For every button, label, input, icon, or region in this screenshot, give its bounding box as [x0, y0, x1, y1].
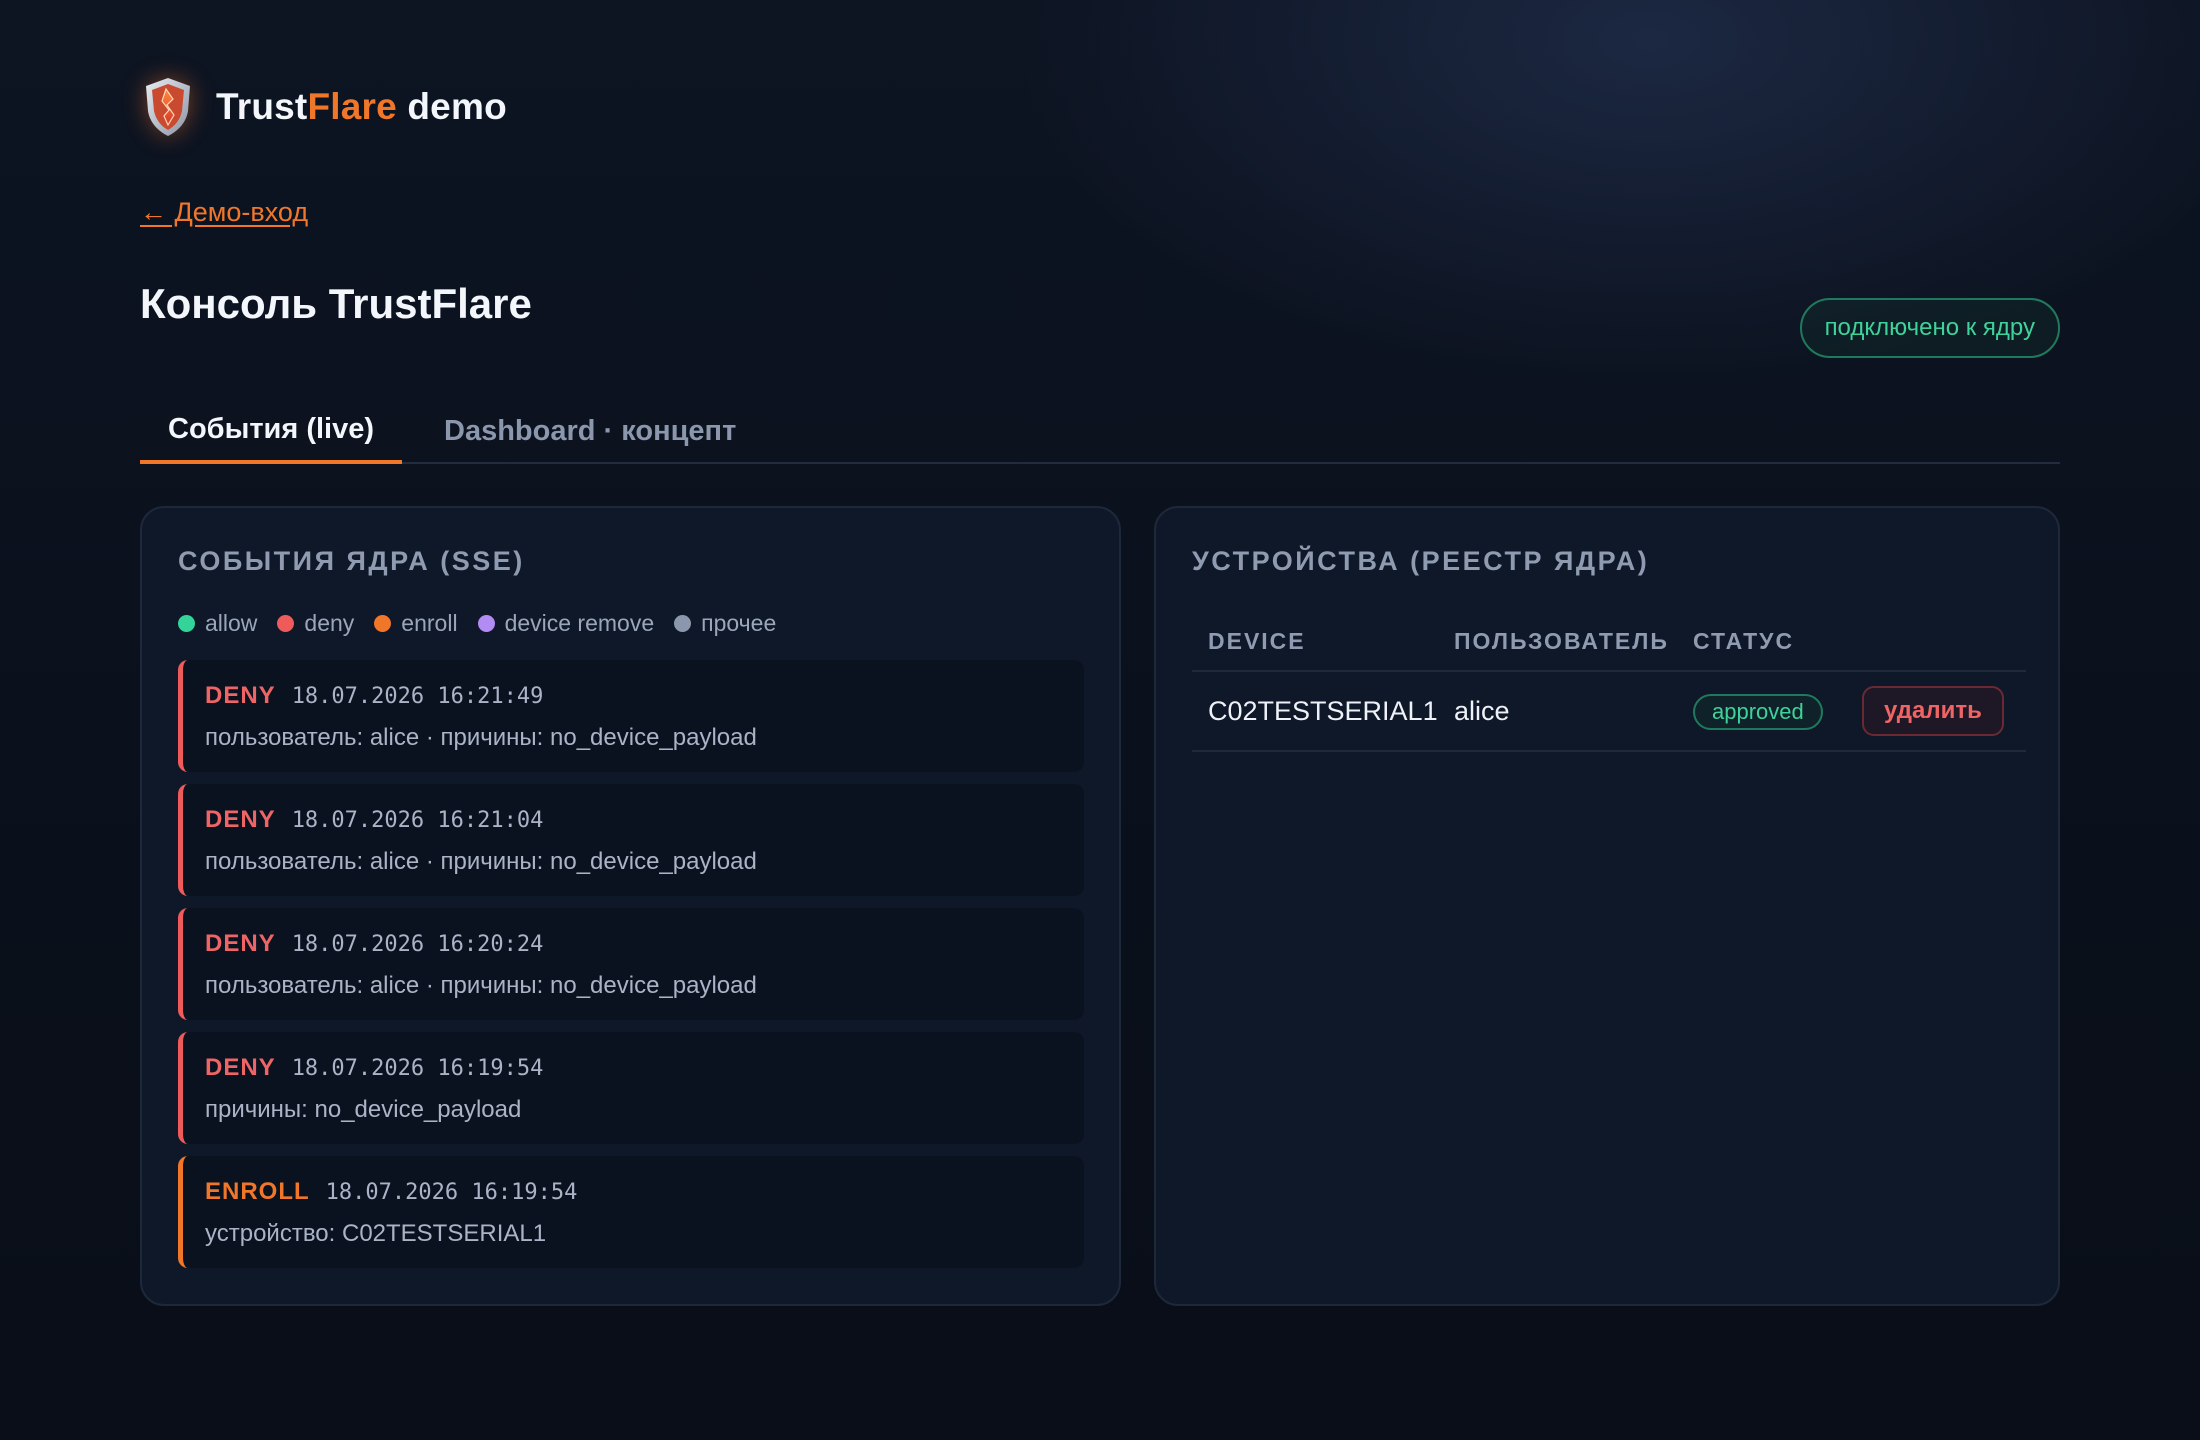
- event-type: DENY: [205, 682, 276, 709]
- legend-label: deny: [304, 610, 355, 636]
- event-detail: пользователь: alice · причины: no_device…: [205, 972, 757, 999]
- event-item: ENROLL 18.07.2026 16:19:54 устройство: C…: [178, 1156, 1084, 1268]
- legend-label: enroll: [401, 610, 458, 636]
- allow-dot-icon: [178, 615, 195, 632]
- event-detail: пользователь: alice · причины: no_device…: [205, 848, 757, 875]
- legend-label: device remove: [504, 610, 655, 636]
- column-header-device: DEVICE: [1208, 628, 1306, 654]
- delete-device-button[interactable]: удалить: [1862, 686, 2004, 736]
- device-user: alice: [1454, 696, 1510, 726]
- brand: TrustFlare demo: [140, 70, 507, 144]
- column-header-status: СТАТУС: [1693, 628, 1795, 654]
- event-type: ENROLL: [205, 1178, 310, 1205]
- event-item: DENY 18.07.2026 16:19:54 причины: no_dev…: [178, 1032, 1084, 1144]
- event-item: DENY 18.07.2026 16:20:24 пользователь: a…: [178, 908, 1084, 1020]
- legend-item-device-remove: device remove: [477, 610, 655, 637]
- devices-panel-title: УСТРОЙСТВА (РЕЕСТР ЯДРА): [1192, 546, 1650, 576]
- core-events-panel: СОБЫТИЯ ЯДРА (SSE) allow deny enroll dev…: [140, 506, 1121, 1306]
- events-panel-title: СОБЫТИЯ ЯДРА (SSE): [178, 546, 525, 576]
- tab-events-live[interactable]: События (live): [140, 398, 403, 464]
- event-type: DENY: [205, 806, 276, 833]
- legend-label: allow: [205, 610, 258, 636]
- shield-logo-icon: [146, 78, 190, 136]
- other-dot-icon: [674, 615, 692, 632]
- connection-status-badge: подключено к ядру: [1799, 298, 2060, 358]
- event-item: DENY 18.07.2026 16:21:49 пользователь: a…: [178, 660, 1084, 772]
- legend-item-other: прочее: [674, 610, 776, 637]
- status-badge: approved: [1693, 694, 1823, 730]
- device-serial: C02TESTSERIAL1: [1208, 696, 1438, 726]
- event-timestamp: 18.07.2026 16:19:54: [325, 1180, 578, 1205]
- page-title: Консоль TrustFlare: [140, 280, 532, 327]
- tab-bar: События (live) Dashboard · концепт: [140, 398, 2060, 464]
- legend-item-enroll: enroll: [374, 610, 458, 637]
- event-timestamp: 18.07.2026 16:21:04: [291, 808, 544, 833]
- event-timestamp: 18.07.2026 16:20:24: [291, 932, 544, 957]
- deny-dot-icon: [277, 615, 295, 632]
- device-remove-dot-icon: [477, 615, 495, 632]
- event-legend: allow deny enroll device remove прочее: [178, 610, 796, 637]
- event-detail: причины: no_device_payload: [205, 1096, 522, 1123]
- event-detail: устройство: C02TESTSERIAL1: [205, 1220, 547, 1247]
- event-timestamp: 18.07.2026 16:21:49: [291, 684, 544, 709]
- event-timestamp: 18.07.2026 16:19:54: [291, 1056, 544, 1081]
- back-to-demo-login-link[interactable]: ← Демо-вход: [140, 197, 308, 228]
- brand-name: TrustFlare demo: [216, 86, 507, 127]
- event-type: DENY: [205, 930, 276, 957]
- legend-item-deny: deny: [277, 610, 354, 637]
- legend-item-allow: allow: [178, 610, 257, 637]
- event-detail: пользователь: alice · причины: no_device…: [205, 724, 757, 751]
- tab-dashboard-concept[interactable]: Dashboard · концепт: [416, 398, 764, 464]
- event-item: DENY 18.07.2026 16:21:04 пользователь: a…: [178, 784, 1084, 896]
- table-row: C02TESTSERIAL1 alice approved удалить: [1192, 672, 2026, 752]
- enroll-dot-icon: [374, 615, 392, 632]
- table-header: DEVICE ПОЛЬЗОВАТЕЛЬ СТАТУС: [1192, 608, 2026, 672]
- device-table: DEVICE ПОЛЬЗОВАТЕЛЬ СТАТУС C02TESTSERIAL…: [1192, 608, 2026, 752]
- legend-label: прочее: [701, 610, 777, 636]
- event-type: DENY: [205, 1054, 276, 1081]
- device-registry-panel: УСТРОЙСТВА (РЕЕСТР ЯДРА) DEVICE ПОЛЬЗОВА…: [1154, 506, 2060, 1306]
- column-header-user: ПОЛЬЗОВАТЕЛЬ: [1454, 628, 1669, 654]
- event-list: DENY 18.07.2026 16:21:49 пользователь: a…: [178, 660, 1084, 1280]
